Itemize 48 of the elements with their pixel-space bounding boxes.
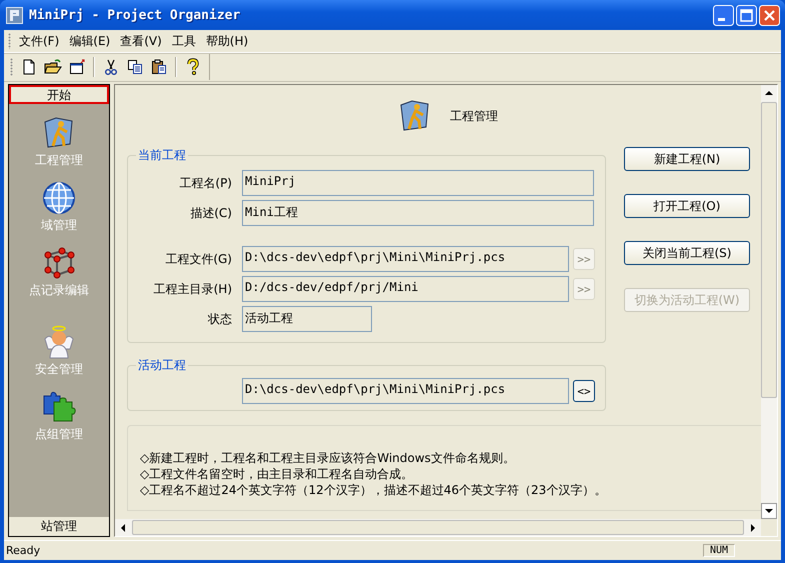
browse-button: >>: [573, 248, 595, 270]
menu-item[interactable]: 工具: [166, 30, 201, 52]
scroll-down-icon[interactable]: [761, 503, 777, 519]
sidebar-header-button[interactable]: 开始: [9, 85, 109, 104]
copy-icon[interactable]: [126, 58, 144, 76]
group-title: 活动工程: [137, 357, 187, 374]
input-field[interactable]: MiniPrj: [242, 170, 594, 196]
note-text: ◇工程名不超过24个英文字符（12个汉字），描述不超过46个英文字符（23个汉字）。: [140, 482, 608, 498]
action-button: 切换为活动工程(W): [624, 288, 750, 312]
field-label: 描述(C): [189, 204, 233, 222]
field-label: 状态: [207, 310, 233, 328]
app-icon: [6, 6, 23, 24]
globe-icon: [42, 181, 76, 215]
maximize-button[interactable]: [736, 4, 757, 26]
field-label: 工程文件(G): [164, 250, 233, 268]
status-indicator: NUM: [702, 544, 735, 557]
status-text: Ready: [5, 544, 42, 557]
window-title: MiniPrj - Project Organizer: [29, 8, 242, 22]
molecule-cube-icon: [42, 246, 76, 280]
group-title: 当前工程: [137, 147, 187, 164]
input-field[interactable]: 活动工程: [242, 306, 372, 332]
angel-figure-icon: [42, 325, 76, 359]
menu-item[interactable]: 文件(F): [14, 30, 64, 52]
paste-icon[interactable]: [150, 58, 168, 76]
close-button[interactable]: [759, 4, 780, 26]
field-label: 工程主目录(H): [152, 280, 233, 298]
folder-icon[interactable]: [44, 58, 62, 76]
note-text: ◇新建工程时，工程名和工程主目录应该符合Windows文件命名规则。: [140, 450, 516, 466]
action-button[interactable]: 关闭当前工程(S): [624, 241, 750, 265]
input-field[interactable]: D:\dcs-dev\edpf\prj\Mini\MiniPrj.pcs: [242, 378, 569, 404]
activate-button[interactable]: <>: [573, 380, 595, 402]
window-icon[interactable]: [68, 58, 86, 76]
vertical-scrollbar[interactable]: [761, 85, 777, 519]
page-title: 工程管理: [450, 108, 498, 124]
menu-item[interactable]: 编辑(E): [64, 30, 116, 52]
action-button[interactable]: 新建工程(N): [624, 147, 750, 171]
note-text: ◇工程文件名留空时，由主目录和工程名自动合成。: [140, 466, 414, 482]
action-button[interactable]: 打开工程(O): [624, 194, 750, 218]
field-label: 工程名(P): [178, 174, 233, 192]
input-field[interactable]: Mini工程: [242, 200, 594, 226]
puzzle-pieces-icon: [42, 390, 76, 424]
sidebar-footer-button[interactable]: 站管理: [9, 517, 109, 536]
browse-button: >>: [573, 278, 595, 300]
horizontal-scrollbar[interactable]: [115, 519, 761, 536]
menu-item[interactable]: 帮助(H): [200, 30, 254, 52]
scissors-icon[interactable]: [102, 58, 120, 76]
menu-item[interactable]: 查看(V): [115, 30, 167, 52]
minimize-button[interactable]: [713, 4, 734, 26]
